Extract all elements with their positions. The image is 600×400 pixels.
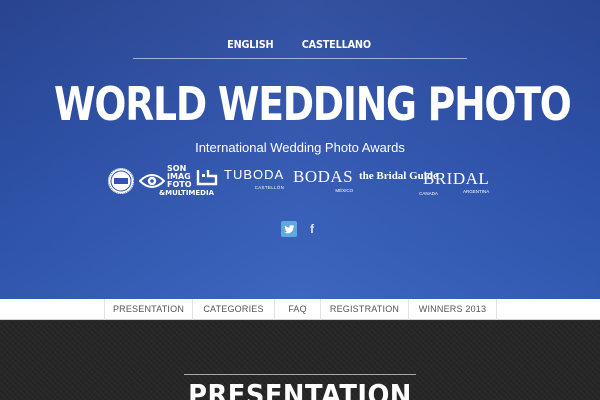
nav-categories[interactable]: CATEGORIES — [193, 299, 275, 320]
nav-presentation[interactable]: PRESENTATION — [105, 299, 193, 320]
section-title: PRESENTATION — [188, 378, 412, 400]
divider — [133, 58, 467, 59]
bridal-subtext: ARGENTINA — [463, 189, 490, 194]
facebook-button[interactable]: f — [305, 221, 319, 237]
bridal-text: BRIDAL — [423, 169, 490, 188]
bodas-logo: BODAS MÉXICO — [293, 167, 354, 193]
seal-logo — [107, 167, 135, 200]
nav-faq[interactable]: FAQ — [275, 299, 321, 320]
twitter-icon — [283, 224, 294, 233]
main-nav: PRESENTATION CATEGORIES FAQ REGISTRATION… — [0, 299, 600, 320]
nav-registration[interactable]: REGISTRATION — [321, 299, 409, 320]
section-divider — [184, 374, 416, 375]
bodas-text: BODAS — [293, 167, 354, 186]
nav-winners-2013[interactable]: WINNERS 2013 — [409, 299, 497, 320]
language-switcher: ENGLISH CASTELLANO — [0, 38, 600, 52]
site-title[interactable]: WORLD WEDDING PHOTO — [54, 78, 572, 130]
eye-icon — [139, 174, 165, 188]
lang-english-link[interactable]: ENGLISH — [228, 38, 274, 52]
facebook-icon: f — [310, 222, 314, 236]
social-links: f — [281, 221, 319, 237]
bodas-subtext: MÉXICO — [335, 188, 354, 193]
sonimag-text: &MULTIMEDIA — [159, 189, 215, 197]
tuboda-logo: TUBODA CASTELLÓN — [196, 168, 284, 190]
tuboda-mark-icon — [196, 170, 218, 186]
hero-banner: ENGLISH CASTELLANO WORLD WEDDING PHOTO I… — [0, 0, 600, 299]
site-subtitle: International Wedding Photo Awards — [195, 140, 405, 155]
sponsor-logos: SON IMAG FOTO &MULTIMEDIA TUBODA CASTELL… — [0, 164, 600, 200]
tuboda-text: TUBODA — [224, 167, 285, 182]
lang-castellano-link[interactable]: CASTELLANO — [302, 38, 371, 52]
tuboda-subtext: CASTELLÓN — [254, 185, 285, 190]
twitter-button[interactable] — [281, 221, 297, 237]
bridal-logo: BRIDAL ARGENTINA — [423, 169, 490, 194]
